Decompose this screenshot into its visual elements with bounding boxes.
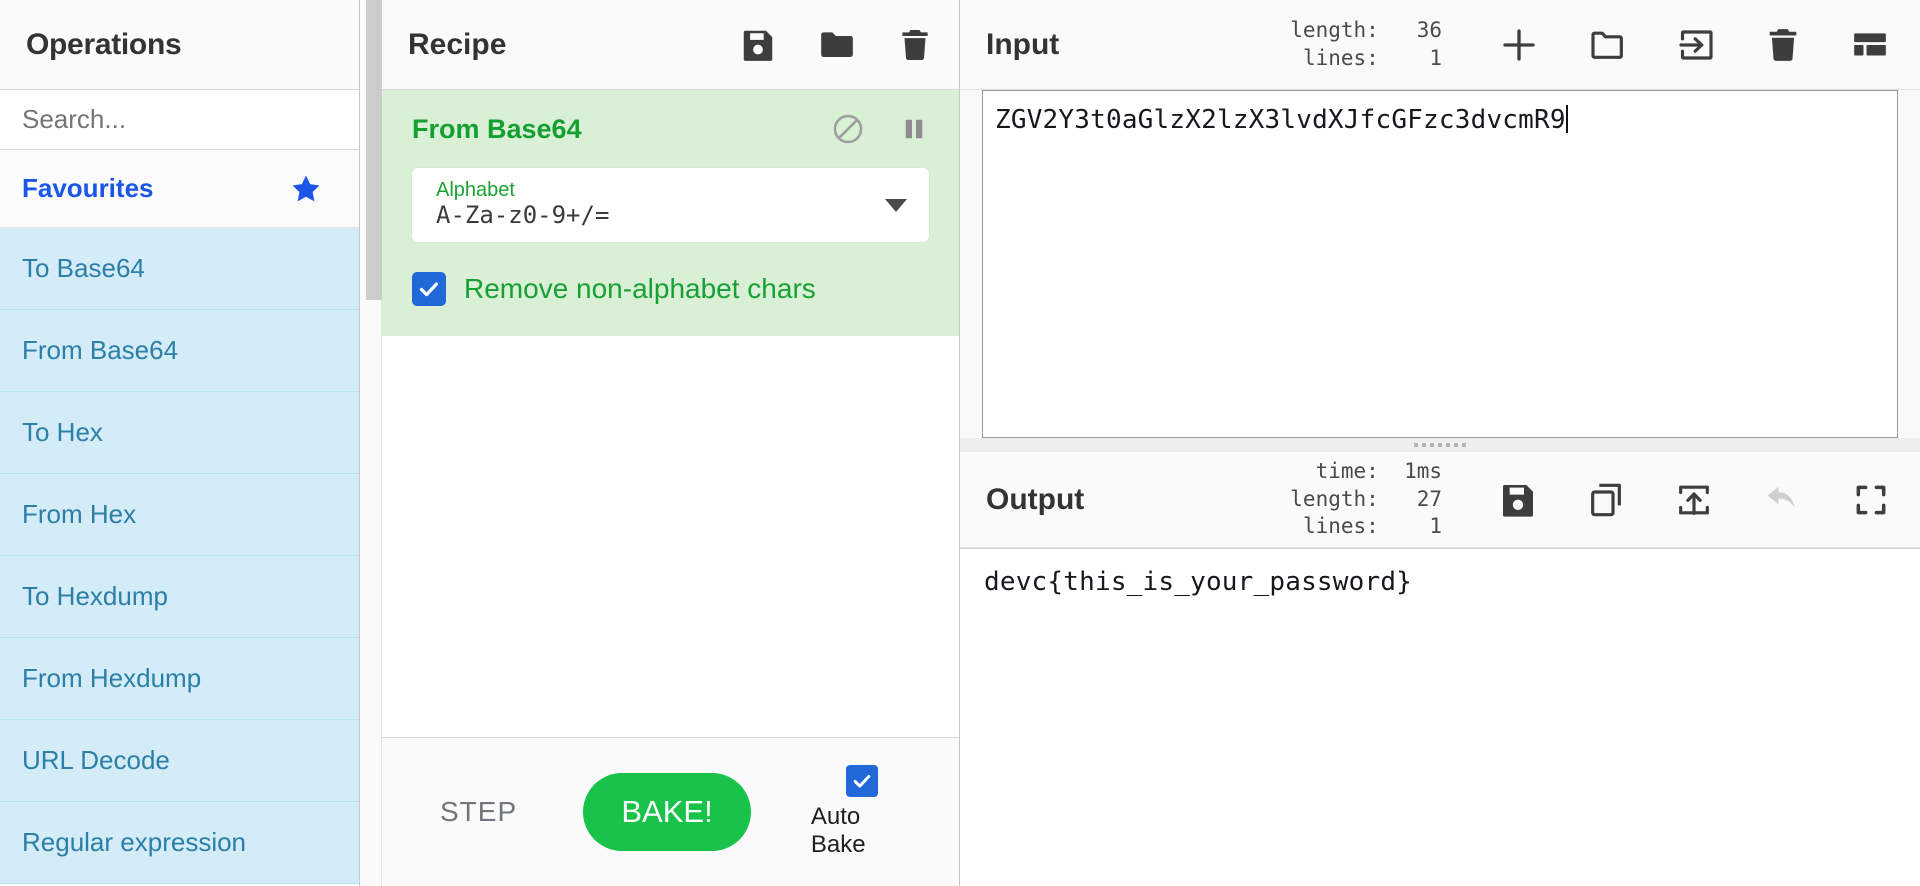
output-time-row: time: 1ms [1271,458,1442,486]
alphabet-argument-texts: Alphabet A-Za-z0-9+/= [436,180,609,230]
pause-icon[interactable] [899,114,929,144]
replace-input-with-output-icon[interactable] [1674,480,1714,520]
recipe-header: Recipe [382,0,959,90]
recipe-empty-space[interactable] [382,336,959,737]
input-length-key: length: [1290,17,1379,42]
maximise-output-icon[interactable] [1852,481,1890,519]
remove-non-alphabet-chars-label: Remove non-alphabet chars [464,273,816,304]
save-recipe-icon[interactable] [739,26,777,64]
grip-dot [1454,443,1458,447]
input-meta: length: 36 lines: 1 [1271,17,1442,72]
operation-item-to-hex[interactable]: To Hex [0,392,359,474]
recipe-operation-from-base64[interactable]: From Base64 Alphabet A-Za-z0-9+/= Remove… [382,90,959,336]
scrollbar-thumb[interactable] [366,0,382,300]
output-actions [1498,479,1890,521]
input-text-content[interactable]: ZGV2Y3t0aGlzX2lzX3lvdXJfcGFzc3dvcmR9 [983,91,1897,135]
input-lines-value: 1 [1429,45,1442,70]
output-textarea[interactable]: devc{this_is_your_password} [960,548,1920,886]
remove-non-alphabet-chars-checkbox[interactable] [412,272,446,306]
output-text-content: devc{this_is_your_password} [984,567,1413,597]
copy-output-icon[interactable] [1586,480,1626,520]
recipe-title: Recipe [408,27,507,61]
recipe-operation-title: From Base64 [412,113,582,144]
panel-layout-icon[interactable] [1850,25,1890,65]
open-file-as-input-icon[interactable] [1676,25,1716,65]
alphabet-label: Alphabet [436,179,515,202]
cyberchef-app: Operations Favourites To Base64 From Bas… [0,0,1920,886]
input-lines-row: lines: 1 [1271,45,1442,73]
recipe-panel: Recipe From Base64 Alphabet A-Za-z0-9+/=… [360,0,960,886]
io-panel: Input length: 36 lines: 1 ZGV2Y3t0aGlzX2… [960,0,1920,886]
save-output-icon[interactable] [1498,480,1538,520]
output-lines-row: lines: 1 [1271,513,1442,541]
load-recipe-icon[interactable] [817,25,857,65]
operations-header: Operations [0,0,359,90]
input-textarea[interactable]: ZGV2Y3t0aGlzX2lzX3lvdXJfcGFzc3dvcmR9 [982,90,1898,438]
input-lines-key: lines: [1302,45,1379,70]
undo-icon[interactable] [1762,479,1804,521]
auto-bake-toggle[interactable]: Auto Bake [811,765,913,859]
input-header: Input length: 36 lines: 1 [960,0,1920,90]
disable-icon[interactable] [831,112,865,146]
alphabet-argument-field[interactable]: Alphabet A-Za-z0-9+/= [412,168,929,242]
output-time-value: 1ms [1404,458,1442,483]
recipe-controls: STEP BAKE! Auto Bake [382,738,959,886]
operation-item-from-hex[interactable]: From Hex [0,474,359,556]
grip-dot [1414,443,1418,447]
operations-panel: Operations Favourites To Base64 From Bas… [0,0,360,886]
operation-item-regular-expression[interactable]: Regular expression [0,802,359,884]
operations-scrollbar[interactable] [360,0,382,886]
add-input-tab-icon[interactable] [1498,24,1540,66]
clear-recipe-icon[interactable] [897,27,933,63]
alphabet-value: A-Za-z0-9+/= [436,201,610,230]
remove-non-alphabet-chars-row[interactable]: Remove non-alphabet chars [412,272,929,306]
favourites-category-header[interactable]: Favourites [0,150,359,228]
operation-item-url-decode[interactable]: URL Decode [0,720,359,802]
recipe-operation-actions [831,112,929,146]
output-length-value: 27 [1416,486,1442,511]
output-lines-key: lines: [1302,514,1379,539]
input-text-value: ZGV2Y3t0aGlzX2lzX3lvdXJfcGFzc3dvcmR9 [995,105,1566,135]
grip-dot [1430,443,1434,447]
bake-button[interactable]: BAKE! [583,773,751,851]
text-cursor [1565,105,1568,133]
recipe-operations-list[interactable]: From Base64 Alphabet A-Za-z0-9+/= Remove… [382,90,959,738]
step-button[interactable]: STEP [428,788,529,836]
star-icon [289,172,323,206]
output-meta: time: 1ms length: 27 lines: 1 [1271,458,1442,541]
operation-item-from-base64[interactable]: From Base64 [0,310,359,392]
operation-item-from-hexdump[interactable]: From Hexdump [0,638,359,720]
page-title: Operations [26,27,182,61]
output-length-row: length: 27 [1271,486,1442,514]
input-actions [1498,24,1890,66]
chevron-down-icon[interactable] [885,198,907,212]
input-editor-wrap: ZGV2Y3t0aGlzX2lzX3lvdXJfcGFzc3dvcmR9 [960,90,1920,438]
auto-bake-label: Auto Bake [810,803,866,858]
open-folder-icon[interactable] [1588,25,1628,65]
grip-dot [1422,443,1426,447]
grip-dot [1438,443,1442,447]
favourites-label: Favourites [22,173,154,203]
output-length-key: length: [1290,486,1379,511]
clear-io-icon[interactable] [1764,26,1802,64]
operation-item-to-base64[interactable]: To Base64 [0,228,359,310]
output-title: Output [986,482,1085,516]
operation-item-to-hexdump[interactable]: To Hexdump [0,556,359,638]
recipe-operation-header: From Base64 [412,112,929,146]
auto-bake-checkbox[interactable] [845,765,878,797]
output-header: Output time: 1ms length: 27 lines: 1 [960,452,1920,548]
output-time-key: time: [1315,458,1379,483]
input-length-row: length: 36 [1271,17,1442,45]
operations-list: To Base64 From Base64 To Hex From Hex To… [0,228,359,886]
recipe-body: Recipe From Base64 Alphabet A-Za-z0-9+/=… [382,0,960,886]
output-lines-value: 1 [1429,514,1442,539]
search-input[interactable] [22,104,322,135]
input-title: Input [986,27,1060,61]
operations-search-bar [0,90,359,150]
recipe-header-actions [739,25,933,65]
input-length-value: 36 [1416,17,1442,42]
grip-dot [1446,443,1450,447]
io-splitter-grip[interactable] [960,438,1920,452]
grip-dot [1462,443,1466,447]
